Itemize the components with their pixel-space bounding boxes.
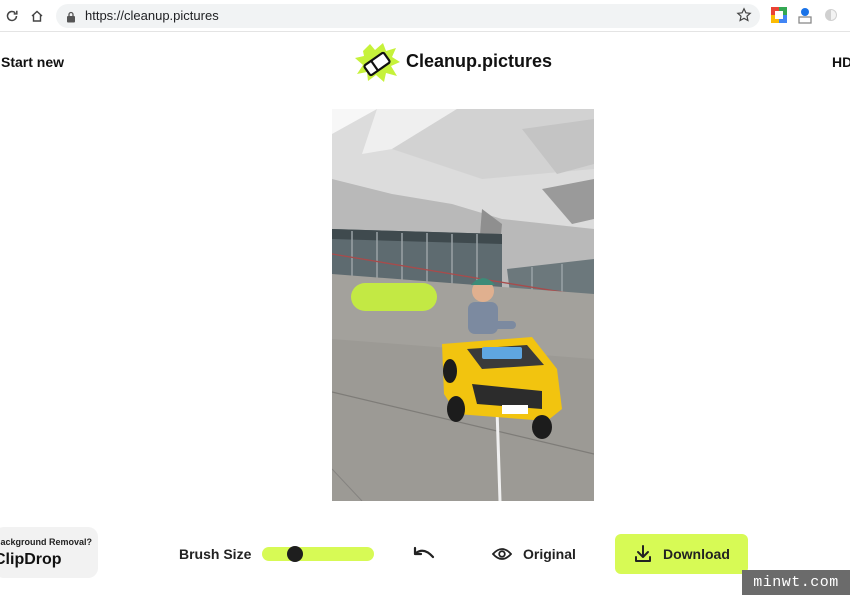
hd-button[interactable]: HD xyxy=(832,54,850,70)
watermark: minwt.com xyxy=(742,570,850,595)
download-button[interactable]: Download xyxy=(615,534,748,574)
lock-icon xyxy=(66,10,76,28)
eraser-logo-icon xyxy=(355,43,400,82)
extension-icon[interactable] xyxy=(771,7,789,25)
clipdrop-question: Background Removal? xyxy=(0,537,93,547)
download-label: Download xyxy=(663,546,730,562)
original-label: Original xyxy=(523,546,576,562)
undo-icon[interactable] xyxy=(412,544,436,564)
extension-icon[interactable] xyxy=(823,7,841,25)
logo-text: Cleanup.pictures xyxy=(406,51,553,71)
brush-size-label: Brush Size xyxy=(179,546,252,562)
extension-icon[interactable] xyxy=(797,7,815,25)
star-icon[interactable] xyxy=(736,7,752,28)
photo-image xyxy=(332,109,594,501)
url-text[interactable]: https://cleanup.pictures xyxy=(85,8,219,23)
home-icon[interactable] xyxy=(27,6,47,26)
clipdrop-promo[interactable]: Background Removal? ClipDrop xyxy=(0,527,98,578)
eye-icon xyxy=(492,548,512,560)
reload-icon[interactable] xyxy=(2,6,22,26)
editor-canvas[interactable] xyxy=(332,109,594,501)
brush-size-slider[interactable] xyxy=(262,546,374,562)
clipdrop-logo: ClipDrop xyxy=(0,551,62,568)
address-bar[interactable]: https://cleanup.pictures xyxy=(56,4,760,28)
original-toggle-button[interactable]: Original xyxy=(492,543,576,565)
browser-toolbar: https://cleanup.pictures xyxy=(0,0,850,32)
download-icon xyxy=(635,545,651,562)
start-new-button[interactable]: Start new xyxy=(1,54,64,70)
slider-thumb[interactable] xyxy=(287,546,303,562)
logo[interactable]: Cleanup.pictures xyxy=(355,43,565,83)
